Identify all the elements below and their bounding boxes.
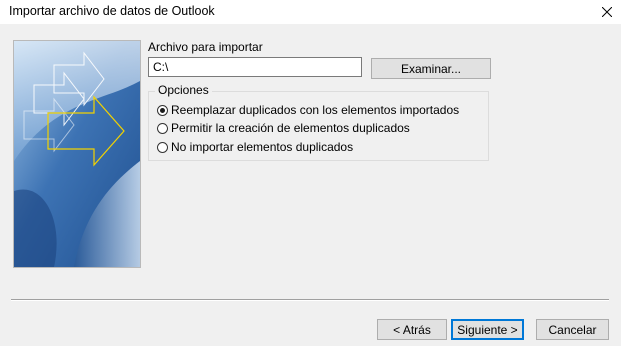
window-title: Importar archivo de datos de Outlook (9, 4, 215, 18)
option-label: Permitir la creación de elementos duplic… (171, 121, 410, 135)
option-label: No importar elementos duplicados (171, 140, 354, 154)
close-button[interactable] (593, 0, 621, 24)
radio-button-selected[interactable] (157, 104, 168, 116)
radio-button[interactable] (157, 141, 168, 153)
options-legend: Opciones (155, 83, 212, 97)
close-icon (602, 7, 612, 17)
option-skip-duplicates[interactable]: No importar elementos duplicados (157, 140, 353, 154)
title-bar: Importar archivo de datos de Outlook (0, 0, 621, 24)
file-label: Archivo para importar (148, 40, 263, 54)
back-button[interactable]: < Atrás (377, 319, 447, 340)
browse-button[interactable]: Examinar... (371, 58, 491, 79)
option-allow-duplicates[interactable]: Permitir la creación de elementos duplic… (157, 121, 410, 135)
radio-button[interactable] (157, 122, 168, 134)
wizard-arrows-graphic (14, 41, 140, 267)
option-replace-duplicates[interactable]: Reemplazar duplicados con los elementos … (157, 103, 459, 117)
next-button[interactable]: Siguiente > (451, 319, 524, 340)
file-path-input[interactable] (148, 57, 362, 77)
cancel-button[interactable]: Cancelar (536, 319, 609, 340)
option-label: Reemplazar duplicados con los elementos … (171, 103, 460, 117)
wizard-side-image (13, 40, 141, 268)
footer-divider (11, 299, 609, 301)
